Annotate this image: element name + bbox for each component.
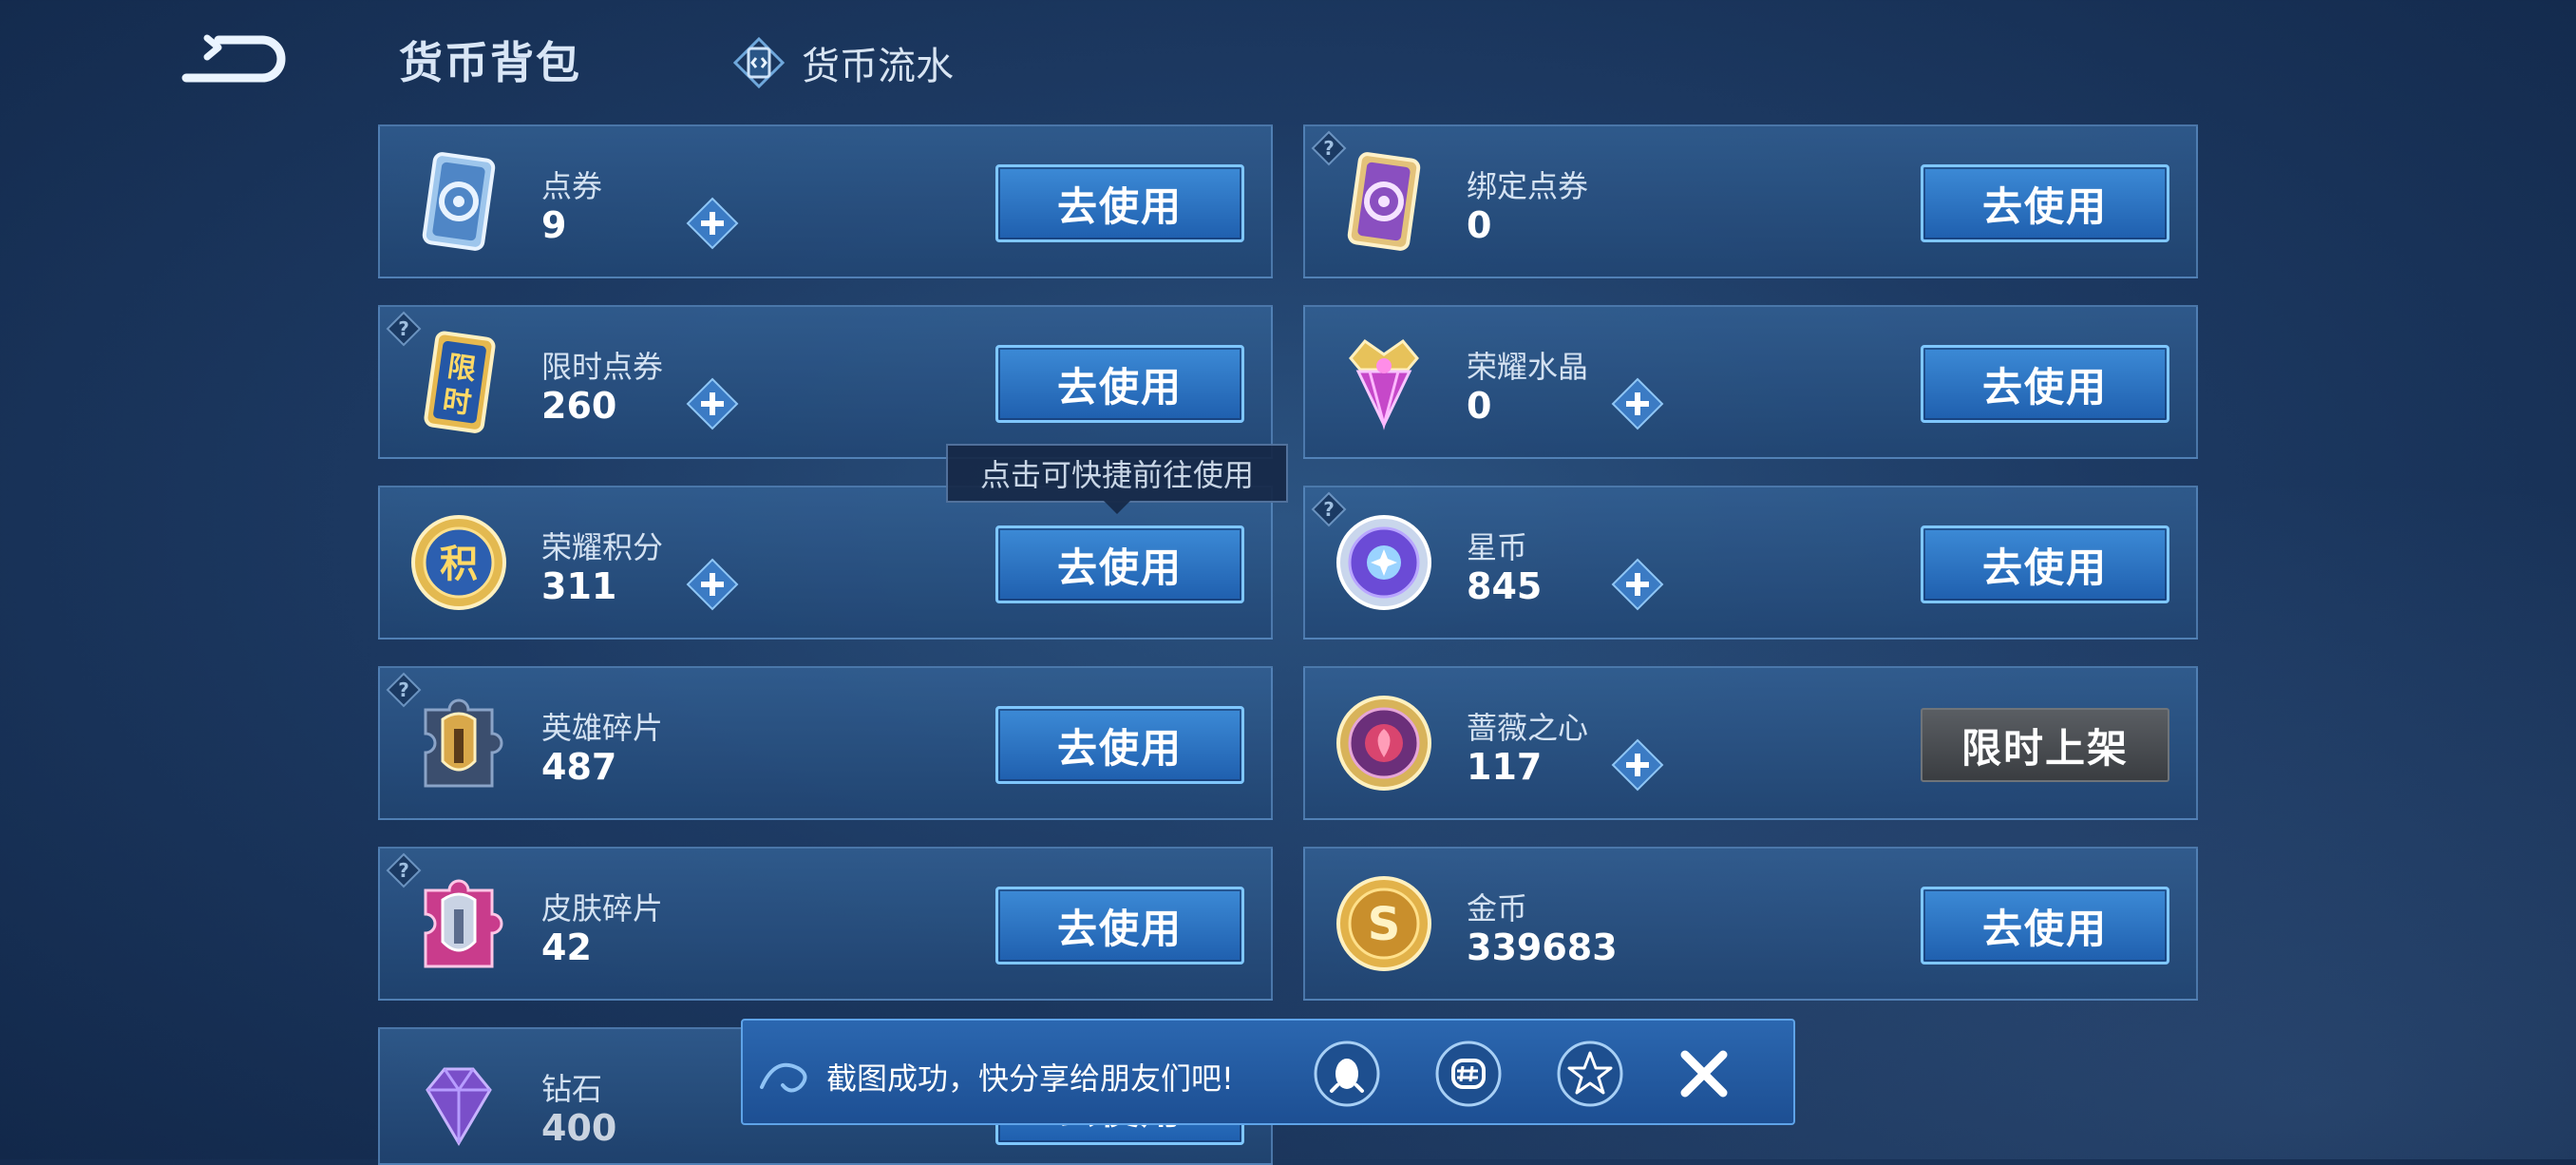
- add-star-coin-button[interactable]: [1611, 558, 1664, 611]
- use-button[interactable]: 去使用: [1921, 164, 2169, 242]
- tab-currency-flow[interactable]: 货币流水: [733, 34, 954, 91]
- currency-card-limited-coupon: ? 限 时 限时点券 260 去使用: [378, 305, 1273, 459]
- tooltip: 点击可快捷前往使用: [946, 444, 1288, 503]
- gold-coin-icon: S: [1336, 876, 1431, 971]
- share-toast-text: 截图成功，快分享给朋友们吧!: [826, 1060, 1234, 1097]
- skin-fragment-icon: [424, 879, 503, 968]
- currency-card-rose-heart: 蔷薇之心 117 限时上架: [1303, 666, 2198, 820]
- svg-text:限: 限: [445, 350, 479, 387]
- qq-icon[interactable]: [1313, 1040, 1381, 1108]
- add-rose-heart-button[interactable]: [1611, 738, 1664, 792]
- use-button[interactable]: 去使用: [995, 345, 1244, 423]
- use-button[interactable]: 去使用: [995, 525, 1244, 603]
- use-button[interactable]: 去使用: [1921, 345, 2169, 423]
- limited-listing-button[interactable]: 限时上架: [1921, 708, 2169, 782]
- currency-amount: 339683: [1467, 926, 1618, 968]
- currency-flow-icon: [733, 37, 785, 88]
- currency-name: 英雄碎片: [541, 710, 664, 746]
- currency-name: 钻石: [541, 1071, 603, 1107]
- tooltip-arrow: [1104, 501, 1130, 514]
- currency-name: 限时点券: [541, 349, 664, 385]
- currency-amount: 845: [1467, 565, 1543, 607]
- currency-name: 点券: [541, 168, 603, 204]
- currency-amount: 400: [541, 1107, 617, 1149]
- currency-card-star-coin: ? 星币 845 去使用: [1303, 486, 2198, 640]
- currency-card-hero-fragment: ? 英雄碎片 487 去使用: [378, 666, 1273, 820]
- currency-amount: 0: [1467, 385, 1492, 427]
- rose-heart-icon: [1336, 696, 1431, 791]
- hero-fragment-icon: [424, 698, 503, 788]
- glory-crystal-icon: [1349, 338, 1419, 430]
- currency-card-glory-points: 积 荣耀积分 311 去使用: [378, 486, 1273, 640]
- use-button[interactable]: 去使用: [1921, 525, 2169, 603]
- currency-name: 绑定点券: [1467, 168, 1589, 204]
- page-title: 货币背包: [399, 37, 581, 88]
- limited-coupon-icon: 限 时: [424, 331, 496, 433]
- share-toast: 截图成功，快分享给朋友们吧!: [741, 1019, 1795, 1125]
- currency-card-skin-fragment: ? 皮肤碎片 42 去使用: [378, 847, 1273, 1001]
- use-button[interactable]: 去使用: [995, 887, 1244, 964]
- currency-amount: 487: [541, 746, 617, 788]
- currency-amount: 260: [541, 385, 617, 427]
- back-arrow-icon[interactable]: [180, 29, 294, 95]
- close-icon[interactable]: [1676, 1045, 1733, 1102]
- add-glory-points-button[interactable]: [686, 558, 739, 611]
- currency-amount: 0: [1467, 204, 1492, 246]
- currency-amount: 42: [541, 926, 592, 968]
- currency-card-glory-crystal: 荣耀水晶 0 去使用: [1303, 305, 2198, 459]
- glory-points-icon: 积: [411, 515, 506, 610]
- currency-name: 荣耀积分: [541, 529, 664, 565]
- currency-name: 金币: [1467, 890, 1528, 926]
- currency-card-coupon: 点券 9 去使用: [378, 124, 1273, 278]
- wechat-moments-icon[interactable]: [1434, 1040, 1503, 1108]
- coupon-purple-icon: [1347, 152, 1421, 251]
- use-button[interactable]: 去使用: [995, 706, 1244, 784]
- add-coupon-button[interactable]: [686, 197, 739, 250]
- currency-amount: 9: [541, 204, 567, 246]
- currency-amount: 311: [541, 565, 617, 607]
- qzone-icon[interactable]: [1556, 1040, 1624, 1108]
- coupon-blue-icon: [422, 152, 496, 251]
- svg-text:积: 积: [440, 543, 478, 586]
- use-button[interactable]: 去使用: [1921, 887, 2169, 964]
- svg-text:S: S: [1368, 898, 1401, 951]
- currency-flow-label: 货币流水: [802, 45, 954, 88]
- svg-text:时: 时: [441, 384, 474, 421]
- currency-amount: 117: [1467, 746, 1543, 788]
- currency-name: 荣耀水晶: [1467, 349, 1589, 385]
- currency-name: 蔷薇之心: [1467, 710, 1589, 746]
- diamond-icon: [426, 1067, 492, 1146]
- add-limited-coupon-button[interactable]: [686, 377, 739, 430]
- currency-card-gold-coin: S 金币 339683 去使用: [1303, 847, 2198, 1001]
- star-coin-icon: [1336, 515, 1431, 610]
- cloud-swirl-icon: [760, 1062, 807, 1093]
- use-button[interactable]: 去使用: [995, 164, 1244, 242]
- add-glory-crystal-button[interactable]: [1611, 377, 1664, 430]
- currency-name: 星币: [1467, 529, 1528, 565]
- currency-name: 皮肤碎片: [541, 890, 664, 926]
- currency-card-bound-coupon: ? 绑定点券 0 去使用: [1303, 124, 2198, 278]
